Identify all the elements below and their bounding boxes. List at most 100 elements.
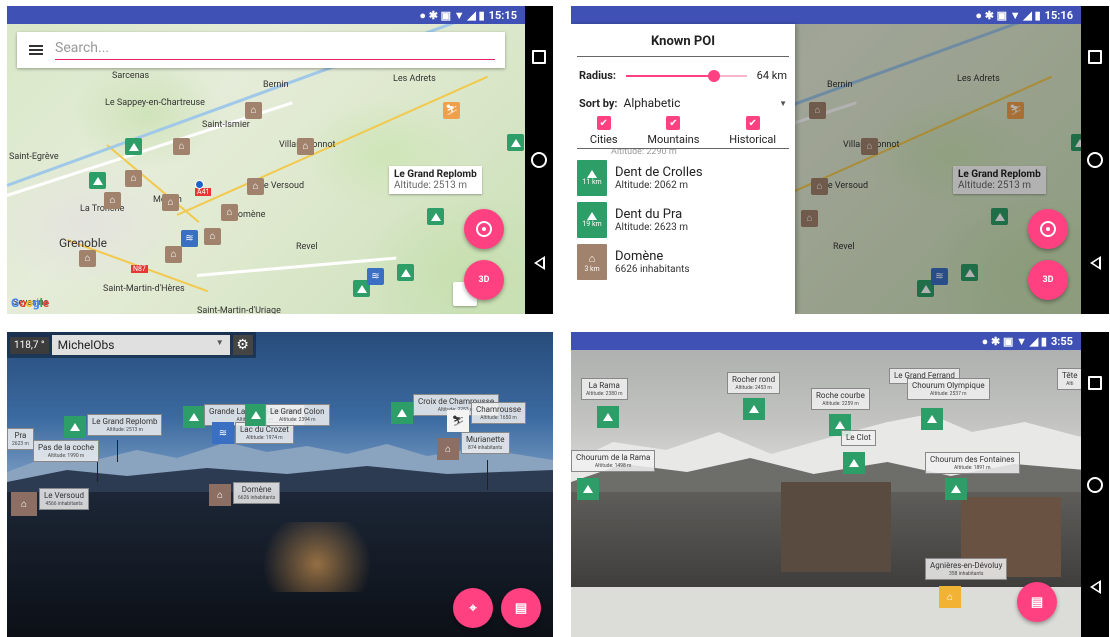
- map-label: Sarcenas: [112, 71, 150, 81]
- map-label: Revel: [296, 242, 318, 252]
- status-bar: ● ✱ ▣ ▼ ◢ ▮ 15:16: [571, 6, 1081, 24]
- check-icon[interactable]: ✔: [596, 116, 611, 130]
- poi-list-item[interactable]: ⌂ 3 km Domène 6626 inhabitants: [571, 241, 795, 283]
- partial-list-row: Altitude: 2290 m: [611, 149, 677, 157]
- map-screen: Sarcenas Bernin Les Adrets Le Sappey-en-…: [7, 6, 553, 314]
- ar-camera-dusk: 118,7 ° MichelObs ▼ ⚙ Pra 2623 m Pas de l…: [7, 332, 553, 637]
- ar-3d-button[interactable]: 3D: [464, 260, 504, 300]
- android-nav-bar: [525, 6, 553, 314]
- ar-label[interactable]: Chourum de la Rama Altitude: 1498 m: [571, 450, 656, 472]
- filter-mountains[interactable]: ✔ Mountains: [647, 116, 699, 146]
- city-marker[interactable]: ⌂: [297, 138, 314, 155]
- mountain-icon: [945, 478, 967, 500]
- city-marker[interactable]: ⌂: [221, 204, 238, 221]
- ar-label[interactable]: Tête Alti: [1057, 368, 1083, 390]
- search-input[interactable]: Search...: [55, 40, 495, 60]
- filter-checkboxes: ✔ Cities ✔ Mountains ✔ Historical: [571, 116, 795, 146]
- recents-icon[interactable]: [1088, 375, 1102, 390]
- map-button[interactable]: ▤: [501, 588, 541, 628]
- city-icon: ⌂: [209, 484, 231, 506]
- city-marker[interactable]: ⌂: [247, 178, 264, 195]
- map-pin-button[interactable]: ⌖: [453, 588, 493, 628]
- chevron-down-icon[interactable]: ▼: [779, 99, 787, 108]
- gear-icon[interactable]: ⚙: [232, 335, 253, 355]
- ar-label[interactable]: Le Grand Replomb Altitude: 2513 m: [87, 414, 163, 436]
- ar-label[interactable]: Pra 2623 m: [7, 428, 34, 450]
- recents-icon[interactable]: [1088, 50, 1102, 64]
- map-label: Saint-Martin-d'Hères: [103, 284, 185, 294]
- home-icon[interactable]: [1087, 476, 1103, 493]
- road-shield: N87: [131, 265, 148, 273]
- checkbox-label: Cities: [589, 133, 618, 146]
- map-label: Le Versoud: [259, 181, 305, 191]
- mountain-marker[interactable]: [89, 172, 106, 189]
- google-logo: Google: [11, 296, 50, 310]
- city-marker[interactable]: ⌂: [79, 250, 96, 267]
- check-icon[interactable]: ✔: [745, 116, 760, 130]
- city-marker[interactable]: ⌂: [204, 228, 221, 245]
- status-time: 15:16: [1044, 8, 1073, 22]
- home-icon[interactable]: [1087, 152, 1103, 168]
- sort-select[interactable]: Alphabetic: [624, 96, 780, 110]
- my-location-button[interactable]: [464, 209, 504, 249]
- checkbox-label: Historical: [729, 133, 777, 146]
- drawer-title: Known POI: [577, 24, 789, 57]
- ar-label[interactable]: Roche courbe Altitude: 2259 m: [811, 388, 870, 410]
- ar-label[interactable]: Murianette 874 inhabitants: [461, 432, 510, 454]
- mountain-marker[interactable]: [397, 264, 414, 281]
- map-button[interactable]: ▤: [1017, 582, 1057, 622]
- mountain-marker[interactable]: [427, 208, 444, 225]
- poi-list-item[interactable]: 11 km Dent de Crolles Altitude: 2062 m: [571, 157, 795, 199]
- filter-cities[interactable]: ✔ Cities: [590, 116, 618, 146]
- city-marker[interactable]: ⌂: [125, 170, 142, 187]
- ar-label[interactable]: Domène 6626 inhabitants: [233, 482, 281, 504]
- back-icon[interactable]: [533, 256, 545, 270]
- city-icon: ⌂: [939, 586, 961, 608]
- ar-label[interactable]: Rocher rond Altitude: 2453 m: [727, 372, 781, 394]
- mountain-marker[interactable]: [125, 138, 142, 155]
- ar-label[interactable]: Le Versoud 4566 inhabitants: [39, 488, 90, 510]
- poi-tooltip[interactable]: Le Grand Replomb Altitude: 2513 m: [389, 166, 482, 194]
- lake-marker[interactable]: ≋: [367, 268, 384, 285]
- my-location-button[interactable]: [1028, 209, 1068, 249]
- ar-3d-button[interactable]: 3D: [1028, 260, 1068, 300]
- sort-row: Sort by: Alphabetic ▼: [571, 96, 795, 110]
- ar-label[interactable]: Pas de la coche Altitude: 1990 m: [33, 440, 100, 462]
- ar-label[interactable]: Chourum des Fontaines Altitude: 1891 m: [925, 452, 1020, 474]
- heading-readout: 118,7 °: [10, 336, 49, 354]
- mountain-marker[interactable]: [507, 134, 524, 151]
- radius-slider[interactable]: [625, 69, 747, 82]
- city-marker[interactable]: ⌂: [162, 194, 179, 211]
- back-icon[interactable]: [1089, 256, 1101, 270]
- check-icon[interactable]: ✔: [666, 116, 681, 130]
- mountain-icon: [743, 398, 765, 420]
- ar-label[interactable]: Le Clot: [841, 430, 876, 446]
- ar-label[interactable]: Chamrousse Altitude: 1650 m: [471, 402, 527, 424]
- city-marker[interactable]: ⌂: [173, 138, 190, 155]
- known-poi-screen: Bernin Les Adrets Villard-Bonnot Le Vers…: [571, 6, 1109, 314]
- profile-select[interactable]: MichelObs ▼: [51, 335, 230, 355]
- city-marker[interactable]: ⌂: [165, 246, 182, 263]
- city-icon: ⌂: [11, 492, 37, 516]
- ar-label[interactable]: La Rama Altitude: 2380 m: [581, 378, 628, 400]
- status-time: 15:15: [488, 8, 517, 22]
- slider-thumb[interactable]: [708, 69, 721, 82]
- ar-label[interactable]: Agnières-en-Dévoluy 358 inhabitants: [925, 558, 1008, 580]
- map-label: Bernin: [263, 80, 289, 90]
- back-icon[interactable]: [1089, 579, 1101, 594]
- city-marker[interactable]: ⌂: [245, 102, 262, 119]
- lake-marker[interactable]: ≋: [181, 230, 198, 247]
- ski-icon: ⛷: [447, 410, 469, 432]
- lake-icon: ≋: [212, 422, 234, 444]
- search-bar[interactable]: Search...: [17, 32, 505, 68]
- ar-label[interactable]: Chourum Olympique Altitude: 2537 m: [907, 378, 990, 400]
- ski-marker[interactable]: ⛷: [443, 102, 460, 119]
- recents-icon[interactable]: [532, 50, 546, 64]
- chevron-down-icon[interactable]: ▼: [216, 338, 224, 352]
- menu-icon[interactable]: [29, 45, 43, 55]
- ar-label[interactable]: Le Grand Colon Altitude: 2394 m: [265, 404, 330, 426]
- filter-historical[interactable]: ✔ Historical: [729, 116, 776, 146]
- poi-list-item[interactable]: 19 km Dent du Pra Altitude: 2623 m: [571, 199, 795, 241]
- city-marker[interactable]: ⌂: [104, 192, 121, 209]
- home-icon[interactable]: [531, 152, 547, 168]
